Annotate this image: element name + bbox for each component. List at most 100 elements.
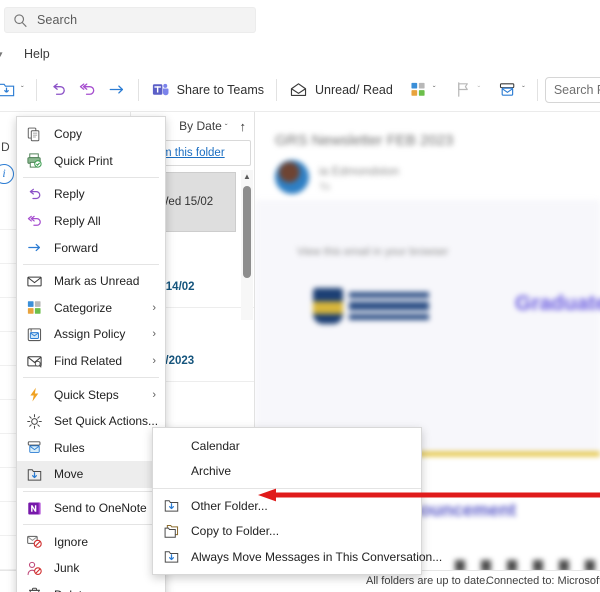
- menu-separator: [23, 377, 159, 379]
- context-menu-label: Mark as Unread: [54, 274, 140, 289]
- submenu-item-always-move-messages[interactable]: Always Move Messages in This Conversatio…: [153, 544, 442, 570]
- sort-by-date-button[interactable]: By Date ˇ: [179, 117, 227, 135]
- submenu-item-archive[interactable]: Archive: [153, 459, 421, 485]
- context-menu-label: Send to OneNote: [54, 501, 147, 516]
- rules-mail-icon: [500, 83, 515, 96]
- context-menu-label: Move: [54, 467, 84, 482]
- ribbon-unread-read-button[interactable]: Unread/ Read: [284, 75, 398, 105]
- ribbon-follow-up-button[interactable]: ˇ: [449, 75, 486, 105]
- sort-label: By Date: [179, 119, 222, 133]
- outlook-window: Search ▾ Help ˇ Share to Teams Unread/ R…: [0, 0, 600, 592]
- share-to-teams-label: Share to Teams: [176, 82, 264, 97]
- context-menu-item-ignore[interactable]: Ignore: [17, 528, 165, 555]
- ribbon-separator: [35, 78, 37, 101]
- forward-arrow-icon: [109, 85, 123, 94]
- ribbon-separator: [536, 78, 538, 101]
- scrollbar-thumb[interactable]: [243, 186, 251, 278]
- menu-separator: [23, 177, 159, 179]
- move-submenu: Calendar Archive Other Folder... Copy to…: [152, 427, 442, 575]
- categorize-squares-icon: [411, 82, 425, 96]
- menu-overflow-caret-icon[interactable]: ▾: [0, 49, 3, 60]
- quick-steps-lightning-icon: [30, 387, 39, 402]
- ribbon-move-to-button[interactable]: ˇ: [0, 75, 29, 105]
- ribbon-separator: [137, 78, 139, 101]
- submenu-label: Calendar: [191, 438, 240, 453]
- context-menu-item-quick-steps[interactable]: Quick Steps ›: [17, 381, 165, 408]
- context-menu-item-delete[interactable]: Delete: [17, 582, 165, 592]
- context-menu-item-send-to-onenote[interactable]: Send to OneNote: [17, 495, 165, 522]
- context-menu-label: Ignore: [54, 534, 89, 549]
- message-list-scrollbar[interactable]: ▲: [241, 170, 253, 320]
- context-menu-label: Find Related: [54, 354, 123, 369]
- context-menu-item-categorize[interactable]: Categorize ›: [17, 295, 165, 322]
- submenu-item-copy-to-folder[interactable]: Copy to Folder...: [153, 519, 421, 545]
- context-menu-label: Set Quick Actions...: [54, 414, 159, 429]
- search-input[interactable]: Search: [4, 7, 256, 33]
- ribbon-share-to-teams-button[interactable]: Share to Teams: [146, 75, 269, 105]
- reply-all-arrow-icon: [79, 83, 94, 95]
- reply-arrow-icon: [29, 188, 41, 200]
- context-menu-item-find-related[interactable]: Find Related ›: [17, 348, 165, 375]
- sort-caret-icon[interactable]: ˇ: [225, 123, 228, 132]
- view-in-browser-link[interactable]: View this email in your browser: [297, 246, 448, 258]
- ribbon-toolbar: ˇ Share to Teams Unread/ Read ˇ ˇ ˇ Sear…: [0, 68, 600, 112]
- categorize-caret-icon[interactable]: ˇ: [433, 85, 436, 94]
- sort-direction-icon[interactable]: ↑: [240, 119, 247, 134]
- message-date: Wed 15/02: [157, 196, 214, 208]
- ribbon-forward-button[interactable]: [102, 75, 131, 105]
- menu-separator: [23, 263, 159, 265]
- ribbon-categorize-button[interactable]: ˇ: [404, 75, 441, 105]
- university-crest-image: [313, 288, 343, 324]
- ribbon-quick-steps-button[interactable]: ˇ: [493, 75, 530, 105]
- copy-to-folder-icon: [164, 524, 179, 538]
- newsletter-thumbnail: [455, 560, 600, 570]
- context-menu-label: Reply: [54, 187, 85, 202]
- submenu-item-other-folder[interactable]: Other Folder...: [153, 493, 421, 519]
- search-placeholder: Search: [37, 13, 78, 27]
- ribbon-undo-button[interactable]: [44, 75, 73, 105]
- search-bar: Search: [0, 0, 600, 40]
- context-menu-item-reply[interactable]: Reply: [17, 181, 165, 208]
- context-menu-label: Junk: [54, 561, 80, 576]
- context-menu-label: Copy: [54, 127, 83, 142]
- ribbon-separator: [276, 78, 277, 101]
- follow-up-caret-icon[interactable]: ˇ: [478, 85, 481, 94]
- submenu-chevron-icon[interactable]: ›: [152, 302, 156, 314]
- quick-steps-caret-icon[interactable]: ˇ: [522, 85, 525, 94]
- context-menu-item-forward[interactable]: Forward: [17, 234, 165, 261]
- ribbon-reply-all-button[interactable]: [73, 75, 102, 105]
- context-menu-item-junk[interactable]: Junk ›: [17, 555, 165, 582]
- context-menu-item-copy[interactable]: Copy: [17, 121, 165, 148]
- search-icon: [14, 13, 27, 27]
- envelope-closed-icon: [27, 276, 42, 287]
- email-sender: ia Edmondston: [319, 164, 400, 178]
- context-menu-item-reply-all[interactable]: Reply All: [17, 208, 165, 235]
- submenu-label: Copy to Folder...: [191, 524, 280, 539]
- context-menu-item-quick-print[interactable]: Quick Print: [17, 148, 165, 175]
- submenu-chevron-icon[interactable]: ›: [152, 389, 156, 401]
- menu-separator: [23, 524, 159, 526]
- submenu-chevron-icon[interactable]: ›: [152, 328, 156, 340]
- menu-separator: [23, 490, 159, 492]
- context-menu-item-set-quick-actions[interactable]: Set Quick Actions...: [17, 408, 165, 435]
- context-menu-item-rules[interactable]: Rules ›: [17, 435, 165, 462]
- submenu-item-calendar[interactable]: Calendar: [153, 433, 421, 459]
- submenu-label: Other Folder...: [191, 498, 268, 513]
- submenu-chevron-icon[interactable]: ›: [152, 355, 156, 367]
- move-to-caret-icon[interactable]: ˇ: [21, 85, 24, 94]
- context-menu-item-mark-as-unread[interactable]: Mark as Unread: [17, 268, 165, 295]
- context-menu-label: Categorize: [54, 300, 113, 315]
- junk-person-icon: [27, 561, 42, 575]
- context-menu-label: Forward: [54, 240, 99, 255]
- find-related-icon: [27, 355, 42, 368]
- context-menu-item-move[interactable]: Move ›: [17, 461, 165, 488]
- scroll-up-arrow-icon[interactable]: ▲: [243, 172, 251, 182]
- undo-arrow-icon: [52, 83, 65, 95]
- envelope-open-icon: [290, 83, 307, 96]
- menu-item-help[interactable]: Help: [18, 45, 56, 63]
- context-menu-label: Reply All: [54, 214, 101, 229]
- search-people-input[interactable]: Search People: [544, 76, 600, 103]
- context-menu-item-assign-policy[interactable]: Assign Policy ›: [17, 321, 165, 348]
- assign-policy-icon: [27, 328, 42, 342]
- context-menu-label: Quick Print: [54, 153, 113, 168]
